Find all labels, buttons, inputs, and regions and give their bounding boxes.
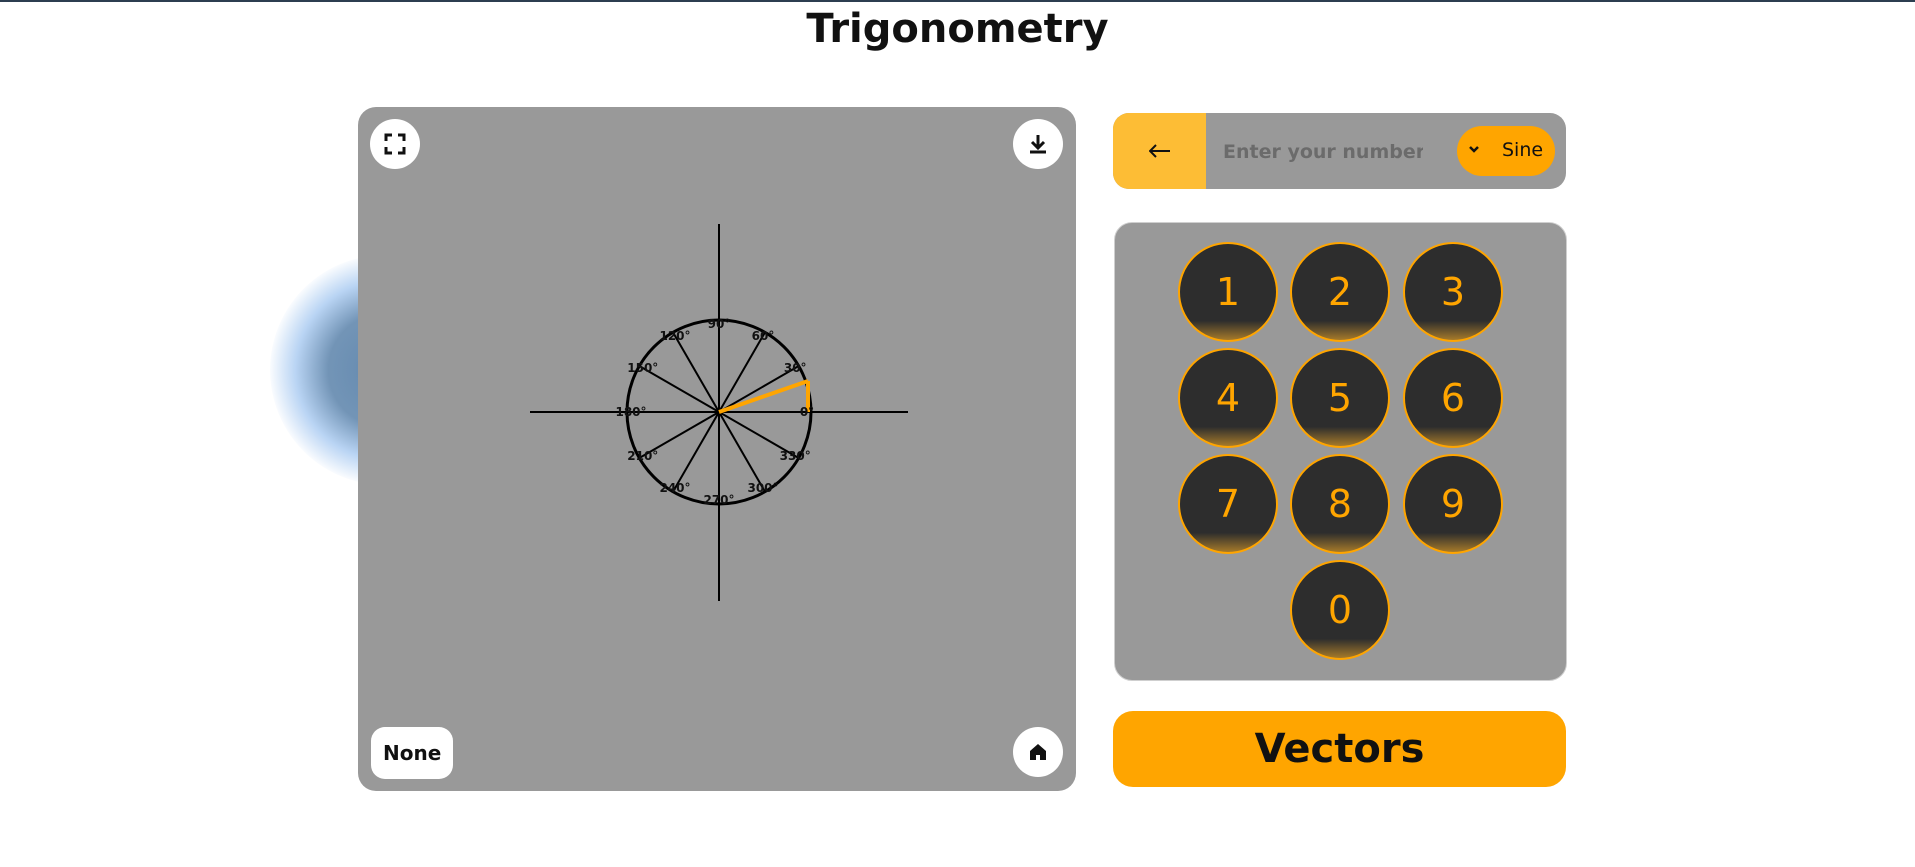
number-keypad: 1 2 3 4 5 6 7 8 9 0 <box>1114 222 1567 681</box>
angle-label-270: 270° <box>703 493 734 507</box>
key-3[interactable]: 3 <box>1403 242 1503 342</box>
back-button[interactable] <box>1113 113 1206 189</box>
top-border <box>0 0 1915 2</box>
fullscreen-button[interactable] <box>370 119 420 169</box>
key-0[interactable]: 0 <box>1290 560 1390 660</box>
fullscreen-icon <box>384 133 406 155</box>
angle-label-0: 0° <box>800 405 814 419</box>
arrow-left-icon <box>1148 144 1170 158</box>
spoke-240 <box>672 411 720 493</box>
spoke-300 <box>718 411 766 493</box>
angle-label-300: 300° <box>747 481 778 495</box>
download-icon <box>1030 135 1046 154</box>
key-7[interactable]: 7 <box>1178 454 1278 554</box>
angle-label-150: 150° <box>627 361 658 375</box>
mode-button[interactable]: None <box>371 727 454 779</box>
key-9[interactable]: 9 <box>1403 454 1503 554</box>
function-select-value: Sine <box>1502 139 1544 161</box>
angle-label-180: 180° <box>615 405 646 419</box>
angle-label-60: 60° <box>752 329 775 343</box>
angle-label-210: 210° <box>627 449 658 463</box>
angle-label-330: 330° <box>780 449 811 463</box>
angle-label-120: 120° <box>659 329 690 343</box>
chevron-down-icon <box>1469 146 1479 153</box>
unit-circle-diagram: 90° 60° 30° 0° 330° 300° 270° 240° 210° 180° 150° 1… <box>530 224 908 601</box>
home-icon <box>1030 744 1046 760</box>
key-1[interactable]: 1 <box>1178 242 1278 342</box>
key-2[interactable]: 2 <box>1290 242 1390 342</box>
unit-circle-canvas[interactable]: 90° 60° 30° 0° 330° 300° 270° 240° 210° 180° 150° 1… <box>358 107 1076 791</box>
page-title: Trigonometry <box>806 6 1109 52</box>
number-input[interactable] <box>1221 131 1425 173</box>
spoke-120 <box>672 331 720 413</box>
key-5[interactable]: 5 <box>1290 348 1390 448</box>
number-input-bar: Sine <box>1113 113 1566 189</box>
key-6[interactable]: 6 <box>1403 348 1503 448</box>
download-button[interactable] <box>1013 119 1063 169</box>
key-8[interactable]: 8 <box>1290 454 1390 554</box>
function-select[interactable]: Sine <box>1457 126 1555 176</box>
angle-label-240: 240° <box>659 481 690 495</box>
home-button[interactable] <box>1013 727 1063 777</box>
angle-label-90: 90° <box>708 317 731 331</box>
key-4[interactable]: 4 <box>1178 348 1278 448</box>
angle-label-30: 30° <box>784 361 807 375</box>
vectors-button[interactable]: Vectors <box>1113 711 1566 787</box>
